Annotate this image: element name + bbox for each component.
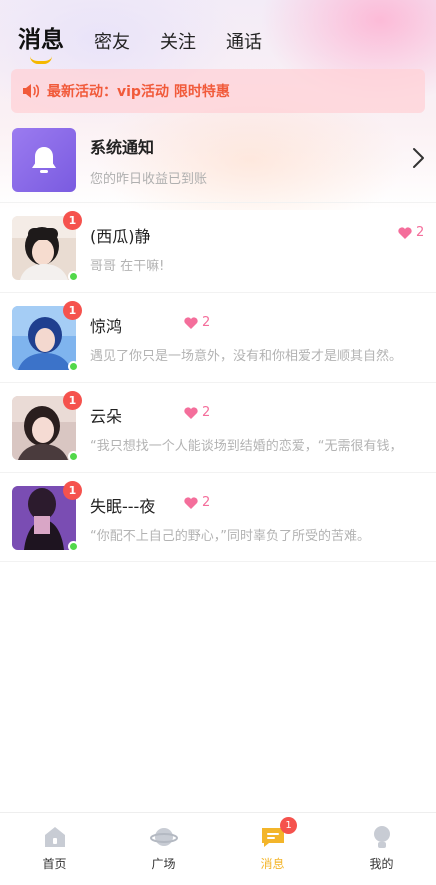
message-preview: 哥哥 在干嘛!	[90, 259, 165, 274]
message-preview: “你配不上自己的野心，”同时辜负了所受的苦难。	[90, 529, 370, 544]
message-preview: “我只想找一个人能谈场到结婚的恋爱，“无需很有钱，	[90, 439, 403, 454]
unread-badge: 1	[63, 481, 82, 500]
system-notification-row[interactable]: 系统通知 您的昨日收益已到账	[0, 118, 436, 202]
speaker-icon	[23, 84, 40, 98]
unread-badge: 1	[63, 211, 82, 230]
system-avatar	[12, 128, 76, 192]
tab-messages[interactable]: 消息	[18, 20, 64, 64]
contact-name: 失眠---夜	[90, 497, 156, 516]
list-item[interactable]: 1 (西瓜)静 2 哥哥 在干嘛!	[0, 202, 436, 292]
chevron-right-icon	[413, 148, 424, 168]
notice-text: 最新活动：vip活动 限时特惠	[47, 84, 230, 100]
list-item[interactable]: 1 惊鸿 2 遇见了你只是一场意外，没有和你相爱才是顺其自然。	[0, 292, 436, 382]
online-indicator	[68, 361, 79, 372]
bell-icon	[32, 147, 56, 173]
system-title: 系统通知	[90, 137, 155, 157]
intimacy-badge: 2	[184, 405, 210, 420]
tab-following[interactable]: 关注	[160, 28, 196, 54]
list-item[interactable]: 1 失眠---夜 2 “你配不上自己的野心，”同时辜负了所受的苦难。	[0, 472, 436, 562]
intimacy-badge: 2	[398, 225, 424, 240]
nav-messages[interactable]: 消息 1	[218, 813, 327, 885]
home-icon	[44, 827, 65, 847]
contact-name: (西瓜)静	[90, 227, 151, 246]
list-item[interactable]: 1 云朵 2 “我只想找一个人能谈场到结婚的恋爱，“无需很有钱，	[0, 382, 436, 472]
online-indicator	[68, 271, 79, 282]
nav-profile[interactable]: 我的	[327, 813, 436, 885]
contact-name: 惊鸿	[90, 317, 123, 336]
tab-close-friends[interactable]: 密友	[94, 28, 130, 54]
profile-icon	[373, 826, 390, 848]
planet-icon	[149, 828, 178, 846]
heart-icon	[184, 316, 198, 329]
online-indicator	[68, 451, 79, 462]
intimacy-badge: 2	[184, 315, 210, 330]
unread-badge: 1	[63, 391, 82, 410]
nav-square[interactable]: 广场	[109, 813, 218, 885]
system-subtitle: 您的昨日收益已到账	[90, 171, 208, 187]
heart-icon	[398, 226, 412, 239]
nav-home[interactable]: 首页	[0, 813, 109, 885]
online-indicator	[68, 541, 79, 552]
activity-notice[interactable]: 最新活动：vip活动 限时特惠	[11, 69, 425, 113]
tab-calls[interactable]: 通话	[226, 28, 262, 54]
heart-icon	[184, 406, 198, 419]
message-preview: 遇见了你只是一场意外，没有和你相爱才是顺其自然。	[90, 349, 403, 364]
contact-name: 云朵	[90, 407, 123, 426]
unread-badge: 1	[63, 301, 82, 320]
nav-unread-badge: 1	[280, 817, 297, 834]
heart-icon	[184, 496, 198, 509]
top-tabs: 消息 密友 关注 通话	[18, 14, 292, 64]
bottom-navigation: 首页 广场 消息 1 我的	[0, 812, 436, 885]
intimacy-badge: 2	[184, 495, 210, 510]
